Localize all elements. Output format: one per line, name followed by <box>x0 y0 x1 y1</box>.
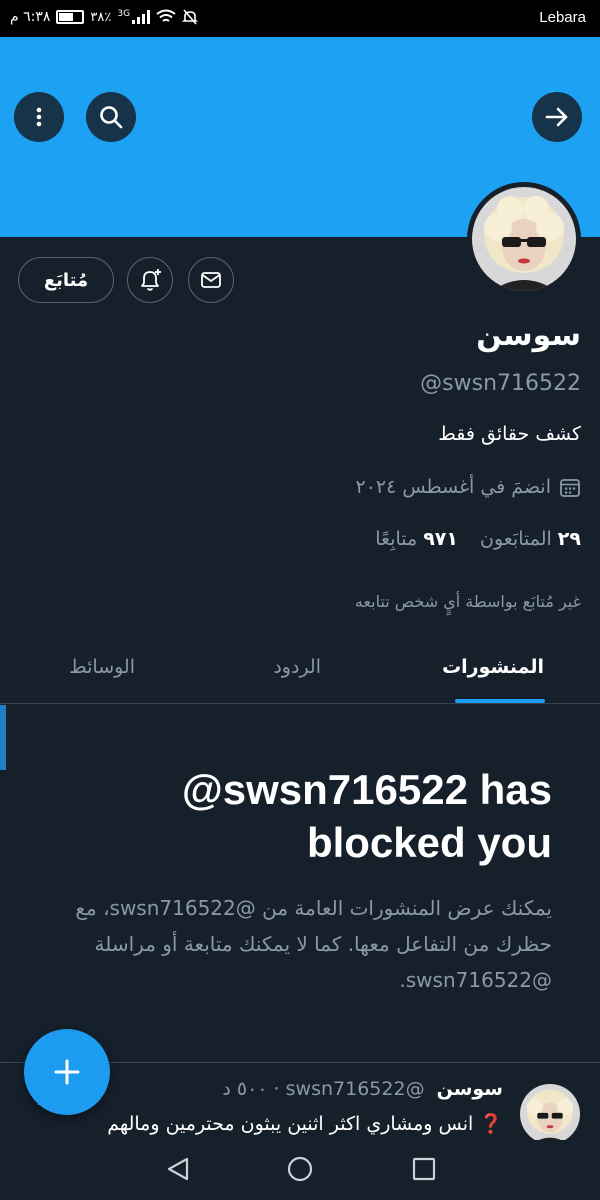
follow-stats: ٢٩المتابَعون ٩٧١متابِعًا <box>375 528 581 550</box>
arrow-right-icon <box>545 107 568 127</box>
post-author-handle: @swsn716522 <box>285 1078 425 1100</box>
following-link[interactable]: ٩٧١متابِعًا <box>375 528 458 550</box>
compose-button[interactable] <box>24 1029 110 1115</box>
scroll-indicator <box>0 705 6 770</box>
following-count: ٩٧١ <box>423 528 458 550</box>
circle-home-icon <box>287 1156 313 1182</box>
avatar <box>472 187 576 291</box>
user-handle: @swsn716522 <box>420 371 581 396</box>
post-time: ٥٠٠ د <box>222 1078 268 1100</box>
search-button[interactable] <box>86 92 136 142</box>
search-icon <box>100 106 123 129</box>
tab-media[interactable]: الوسائط <box>69 656 135 678</box>
battery-percent: ٣٨٪ <box>90 9 112 25</box>
triangle-back-icon <box>167 1157 189 1181</box>
nav-back-button[interactable] <box>163 1154 193 1188</box>
tab-posts[interactable]: المنشورات <box>442 656 544 678</box>
nav-recents-button[interactable] <box>409 1154 439 1188</box>
post-text[interactable]: ❓ انس ومشاري اكثر اثنين يبثون محترمين وم… <box>23 1112 503 1135</box>
display-name: سوسن <box>476 318 581 353</box>
back-button[interactable] <box>532 92 582 142</box>
following-button[interactable]: مُتابَع <box>18 257 114 303</box>
blocked-title: @swsn716522 has blocked you <box>181 766 552 866</box>
notifications-button[interactable] <box>127 257 173 303</box>
status-time: ٦:٣٨ م <box>10 9 51 25</box>
profile-tabs: المنشورات الردود الوسائط <box>0 640 600 704</box>
followers-count: ٢٩ <box>557 528 581 550</box>
square-recents-icon <box>412 1157 436 1181</box>
join-date: انضمَ في أغسطس ٢٠٢٤ <box>355 476 581 498</box>
signal-icon <box>132 10 151 24</box>
post-avatar[interactable] <box>520 1084 580 1144</box>
nav-home-button[interactable] <box>285 1154 315 1188</box>
carrier-name: Lebara <box>539 9 586 26</box>
mail-icon <box>201 272 221 288</box>
join-date-text: انضمَ في أغسطس ٢٠٢٤ <box>355 476 551 498</box>
tab-replies[interactable]: الردود <box>273 656 321 678</box>
plus-icon <box>54 1059 80 1085</box>
post-author-name: سوسن <box>436 1078 503 1100</box>
post-header: سوسن @swsn716522 · ٥٠٠ د <box>222 1078 503 1100</box>
status-bar: ٦:٣٨ م ٣٨٪ 3G Lebara <box>0 0 600 37</box>
blocked-description: يمكنك عرض المنشورات العامة من @swsn71652… <box>75 896 552 992</box>
more-vertical-icon <box>36 107 42 127</box>
wifi-icon <box>156 9 176 22</box>
message-button[interactable] <box>188 257 234 303</box>
followed-by-note: غير مُتابَع بواسطة أيٍ شخص تتابعه <box>354 592 581 611</box>
profile-avatar[interactable] <box>467 182 581 296</box>
system-nav-bar <box>0 1140 600 1200</box>
mute-icon <box>182 9 198 25</box>
battery-icon <box>56 10 85 24</box>
bell-plus-icon <box>141 269 161 291</box>
post-separator: · <box>267 1078 280 1100</box>
active-tab-indicator <box>455 699 545 703</box>
status-icons: ٦:٣٨ م ٣٨٪ 3G <box>10 9 198 25</box>
more-options-button[interactable] <box>14 92 64 142</box>
followers-link[interactable]: ٢٩المتابَعون <box>480 528 581 550</box>
following-label: متابِعًا <box>375 528 418 550</box>
bio: كشف حقائق فقط <box>438 423 581 445</box>
followers-label: المتابَعون <box>479 528 552 550</box>
network-type: 3G <box>117 9 131 19</box>
calendar-icon <box>560 479 580 497</box>
